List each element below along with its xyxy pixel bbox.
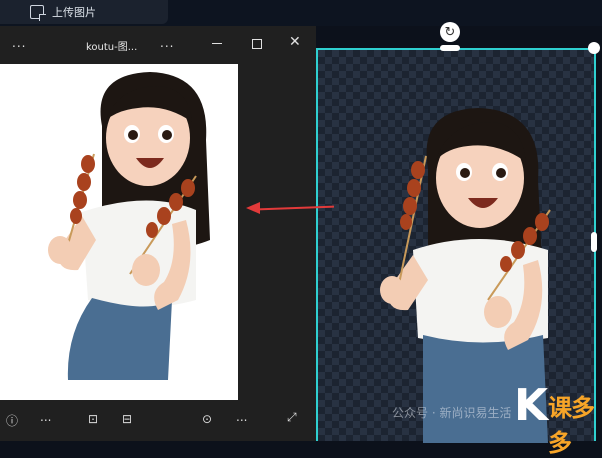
resize-handle-right[interactable] xyxy=(591,232,597,252)
rotate-icon[interactable]: ↻ xyxy=(440,22,460,42)
viewer-title-bar xyxy=(0,26,316,62)
cutout-image xyxy=(380,108,551,443)
viewer-title: koutu-图... xyxy=(86,42,138,53)
resize-handle-top-right[interactable] xyxy=(588,42,600,54)
close-icon[interactable]: ✕ xyxy=(289,34,301,50)
upload-image-icon xyxy=(30,5,46,21)
more-options-icon[interactable]: ... xyxy=(40,410,51,424)
logo-text: 课多多 xyxy=(548,394,595,457)
original-photo xyxy=(0,64,238,400)
expand-icon[interactable]: ⤢ xyxy=(287,410,297,425)
resize-handle-top[interactable] xyxy=(440,45,460,51)
watermark-text: 公众号 · 新尚识易生活 xyxy=(392,406,512,420)
text-recognize-icon[interactable]: ⊟ xyxy=(122,412,132,426)
photo-display xyxy=(0,64,238,400)
more-options-icon[interactable]: ... xyxy=(236,410,247,424)
more-options-icon[interactable]: ... xyxy=(12,36,26,50)
logo-k: K xyxy=(514,380,549,431)
info-icon[interactable]: ⓘ xyxy=(6,412,18,429)
annotation-arrow-head xyxy=(246,202,260,214)
upload-tab[interactable]: 上传图片 xyxy=(0,0,168,24)
upload-label: 上传图片 xyxy=(52,6,96,19)
more-options-icon[interactable]: ... xyxy=(160,36,174,50)
minimize-icon[interactable] xyxy=(212,43,222,44)
maximize-icon[interactable] xyxy=(252,39,262,49)
editor-canvas[interactable] xyxy=(316,48,596,443)
screenshot-icon[interactable]: ⊙ xyxy=(202,412,212,426)
scan-icon[interactable]: ⊡ xyxy=(88,412,98,426)
